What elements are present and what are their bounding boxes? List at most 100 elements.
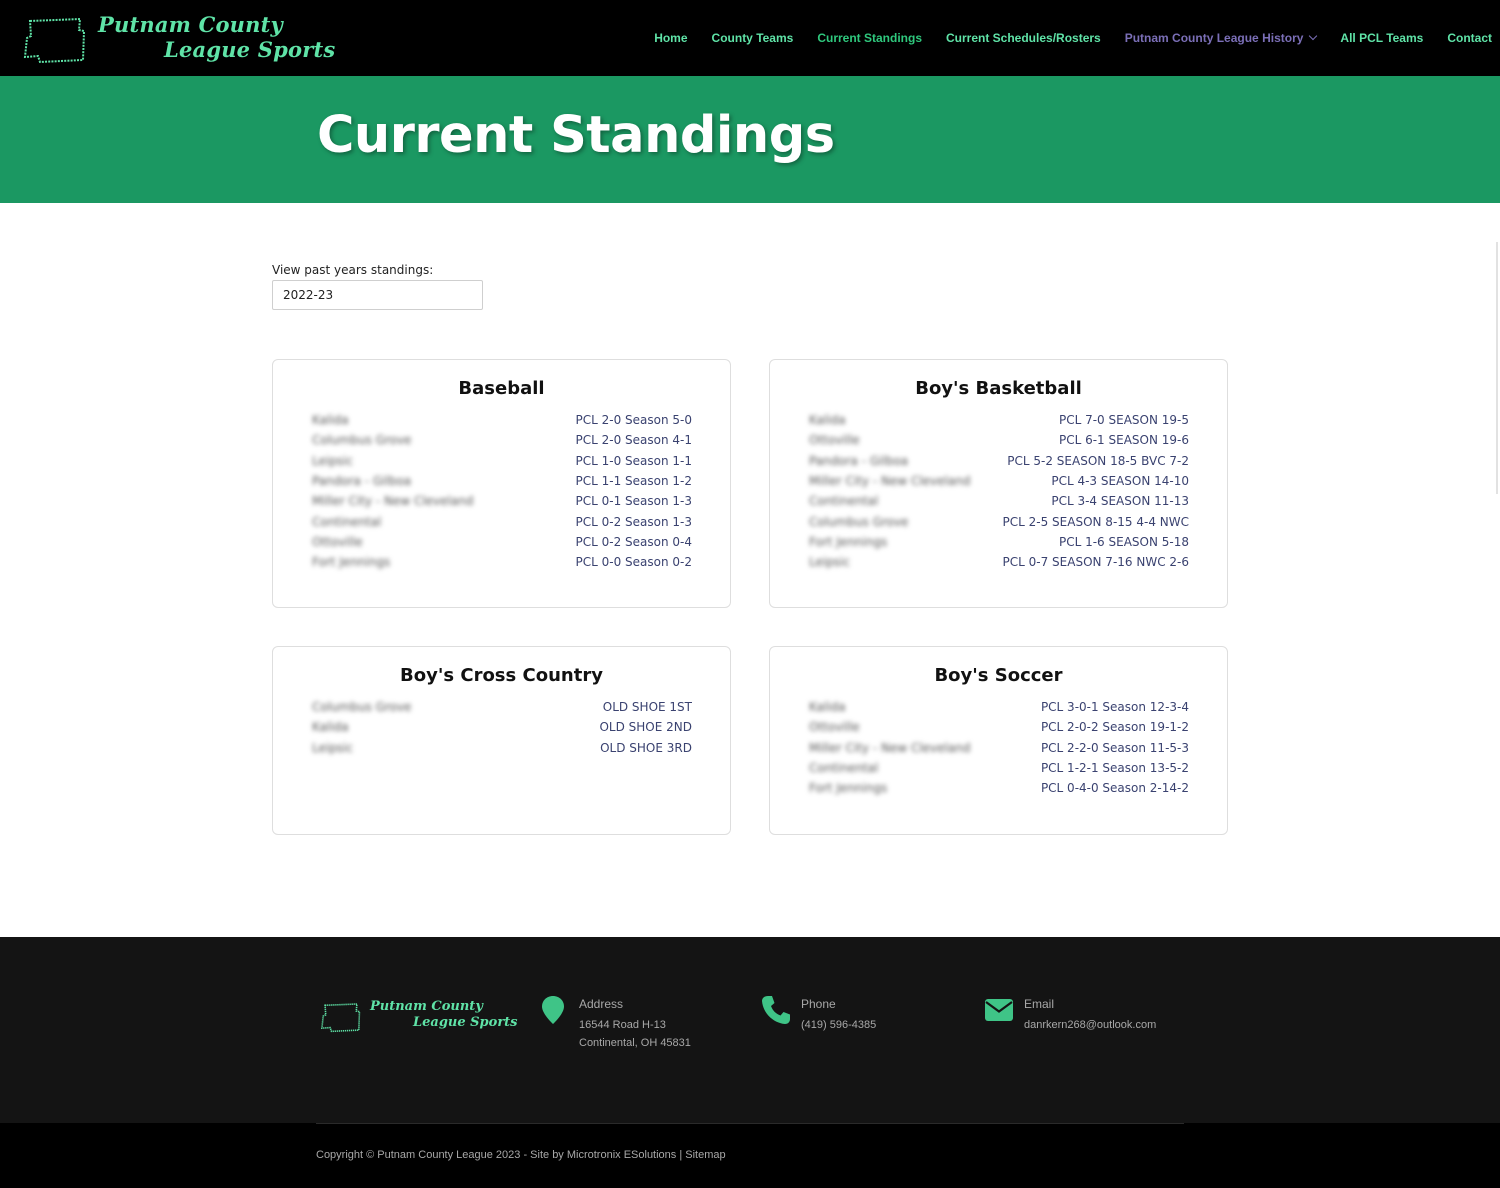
standing-row: Kalida OLD SHOE 2ND bbox=[312, 717, 692, 737]
standing-row: Columbus Grove PCL 2-0 Season 4-1 bbox=[312, 430, 692, 450]
page-hero: Current Standings bbox=[0, 76, 1500, 203]
team-record: PCL 2-5 SEASON 8-15 4-4 NWC bbox=[1002, 514, 1189, 529]
footer-divider bbox=[316, 1123, 1184, 1124]
standing-row: Fort Jennings PCL 0-4-0 Season 2-14-2 bbox=[809, 778, 1189, 798]
past-years-select[interactable]: 2022-23 bbox=[272, 280, 483, 310]
team-record: OLD SHOE 2ND bbox=[599, 720, 692, 735]
team-name: Fort Jennings bbox=[809, 534, 888, 549]
standing-row: Continental PCL 0-2 Season 1-3 bbox=[312, 511, 692, 531]
standing-row: Pandora - Gilboa PCL 1-1 Season 1-2 bbox=[312, 471, 692, 491]
team-record: OLD SHOE 3RD bbox=[600, 740, 692, 755]
county-outline-icon bbox=[321, 1003, 361, 1033]
logo-text-line1: Putnam County bbox=[98, 12, 283, 37]
team-name: Fort Jennings bbox=[312, 555, 391, 570]
team-name: Ottoville bbox=[809, 720, 860, 735]
team-name: Kalida bbox=[809, 700, 846, 715]
standing-row: Columbus Grove PCL 2-5 SEASON 8-15 4-4 NW… bbox=[809, 511, 1189, 531]
card-title: Baseball bbox=[458, 378, 545, 399]
team-name: Columbus Grove bbox=[312, 700, 412, 715]
card-title: Boy's Cross Country bbox=[400, 665, 603, 686]
standing-row: Ottoville PCL 6-1 SEASON 19-6 bbox=[809, 430, 1189, 450]
footer-logo[interactable]: Putnam County League Sports bbox=[320, 999, 518, 1035]
standings-card-boys-basketball: Boy's Basketball Kalida PCL 7-0 SEASON 19… bbox=[769, 359, 1228, 608]
team-record: PCL 5-2 SEASON 18-5 BVC 7-2 bbox=[1007, 453, 1189, 468]
map-pin-icon bbox=[542, 996, 564, 1024]
standing-row: Columbus Grove OLD SHOE 1ST bbox=[312, 697, 692, 717]
main-nav: Home County Teams Current Standings Curr… bbox=[630, 0, 1492, 76]
standing-row: Continental PCL 3-4 SEASON 11-13 bbox=[809, 491, 1189, 511]
nav-league-history[interactable]: Putnam County League History bbox=[1125, 31, 1318, 45]
team-record: PCL 6-1 SEASON 19-6 bbox=[1058, 433, 1189, 448]
nav-current-standings[interactable]: Current Standings bbox=[817, 31, 922, 45]
standing-row: Leipsic PCL 0-7 SEASON 7-16 NWC 2-6 bbox=[809, 552, 1189, 572]
team-record: PCL 3-0-1 Season 12-3-4 bbox=[1040, 700, 1189, 715]
card-title: Boy's Basketball bbox=[915, 378, 1082, 399]
phone-number[interactable]: (419) 596-4385 bbox=[801, 1016, 876, 1034]
team-record: PCL 1-2-1 Season 13-5-2 bbox=[1040, 761, 1189, 776]
team-name: Miller City - New Cleveland bbox=[809, 740, 971, 755]
team-record: PCL 2-0 Season 5-0 bbox=[575, 413, 693, 428]
team-record: PCL 1-0 Season 1-1 bbox=[575, 453, 693, 468]
nav-all-pcl-teams[interactable]: All PCL Teams bbox=[1340, 31, 1423, 45]
team-name: Ottoville bbox=[809, 433, 860, 448]
team-record: PCL 2-0 Season 4-1 bbox=[575, 433, 693, 448]
standings-card-boys-soccer: Boy's Soccer Kalida PCL 3-0-1 Season 12-3… bbox=[769, 646, 1228, 835]
standing-row: Kalida PCL 2-0 Season 5-0 bbox=[312, 410, 692, 430]
standing-row: Continental PCL 1-2-1 Season 13-5-2 bbox=[809, 758, 1189, 778]
address-line1: 16544 Road H-13 bbox=[579, 1019, 666, 1031]
nav-home[interactable]: Home bbox=[654, 31, 687, 45]
team-record: PCL 0-2 Season 0-4 bbox=[575, 534, 693, 549]
team-record: PCL 1-6 SEASON 5-18 bbox=[1058, 534, 1189, 549]
standing-row: Fort Jennings PCL 0-0 Season 0-2 bbox=[312, 552, 692, 572]
nav-contact[interactable]: Contact bbox=[1447, 31, 1492, 45]
standing-row: Miller City - New Cleveland PCL 0-1 Seaso… bbox=[312, 491, 692, 511]
standing-row: Kalida PCL 7-0 SEASON 19-5 bbox=[809, 410, 1189, 430]
chevron-down-icon bbox=[1309, 31, 1318, 41]
footer-logo-line1: Putnam County bbox=[370, 999, 483, 1014]
team-name: Pandora - Gilboa bbox=[312, 474, 412, 489]
standing-row: Leipsic PCL 1-0 Season 1-1 bbox=[312, 451, 692, 471]
nav-current-schedules-rosters[interactable]: Current Schedules/Rosters bbox=[946, 31, 1101, 45]
team-record: PCL 4-3 SEASON 14-10 bbox=[1051, 474, 1189, 489]
email-label: Email bbox=[1024, 997, 1055, 1011]
team-record: PCL 2-2-0 Season 11-5-3 bbox=[1040, 740, 1189, 755]
team-name: Kalida bbox=[312, 413, 349, 428]
standing-row: Pandora - Gilboa PCL 5-2 SEASON 18-5 BVC … bbox=[809, 451, 1189, 471]
address-line2: Continental, OH 45831 bbox=[579, 1037, 691, 1049]
team-name: Kalida bbox=[809, 413, 846, 428]
site-logo[interactable]: Putnam County League Sports bbox=[22, 12, 335, 68]
team-name: Continental bbox=[312, 514, 382, 529]
team-name: Fort Jennings bbox=[809, 781, 888, 796]
standing-row: Kalida PCL 3-0-1 Season 12-3-4 bbox=[809, 697, 1189, 717]
team-name: Leipsic bbox=[809, 555, 850, 570]
nav-county-teams[interactable]: County Teams bbox=[712, 31, 794, 45]
standing-row: Fort Jennings PCL 1-6 SEASON 5-18 bbox=[809, 532, 1189, 552]
copyright-bar: Copyright © Putnam County League 2023 - … bbox=[0, 1123, 1500, 1188]
page-title: Current Standings bbox=[317, 106, 835, 165]
team-record: PCL 1-1 Season 1-2 bbox=[575, 474, 693, 489]
team-record: PCL 0-1 Season 1-3 bbox=[575, 494, 693, 509]
team-name: Miller City - New Cleveland bbox=[809, 474, 971, 489]
team-name: Columbus Grove bbox=[809, 514, 909, 529]
team-name: Pandora - Gilboa bbox=[809, 453, 909, 468]
team-name: Ottoville bbox=[312, 534, 363, 549]
team-name: Kalida bbox=[312, 720, 349, 735]
team-name: Leipsic bbox=[312, 740, 353, 755]
past-years-label: View past years standings: bbox=[272, 263, 434, 277]
standing-row: Ottoville PCL 2-0-2 Season 19-1-2 bbox=[809, 717, 1189, 737]
county-outline-icon bbox=[23, 17, 86, 64]
standing-row: Miller City - New Cleveland PCL 4-3 SEASO… bbox=[809, 471, 1189, 491]
standings-card-boys-cross-country: Boy's Cross Country Columbus Grove OLD SH… bbox=[272, 646, 731, 835]
address-label: Address bbox=[579, 997, 624, 1011]
team-record: PCL 0-0 Season 0-2 bbox=[575, 555, 693, 570]
team-record: PCL 0-4-0 Season 2-14-2 bbox=[1040, 781, 1189, 796]
site-header: Putnam County League Sports Home County … bbox=[0, 0, 1500, 76]
team-name: Miller City - New Cleveland bbox=[312, 494, 474, 509]
scrollbar[interactable] bbox=[1496, 242, 1498, 494]
team-record: PCL 3-4 SEASON 11-13 bbox=[1051, 494, 1189, 509]
envelope-icon bbox=[985, 999, 1013, 1021]
card-title: Boy's Soccer bbox=[934, 665, 1063, 686]
team-record: PCL 0-2 Season 1-3 bbox=[575, 514, 693, 529]
copyright-text: Copyright © Putnam County League 2023 - … bbox=[316, 1149, 726, 1161]
email-address[interactable]: danrkern268@outlook.com bbox=[1024, 1016, 1156, 1034]
